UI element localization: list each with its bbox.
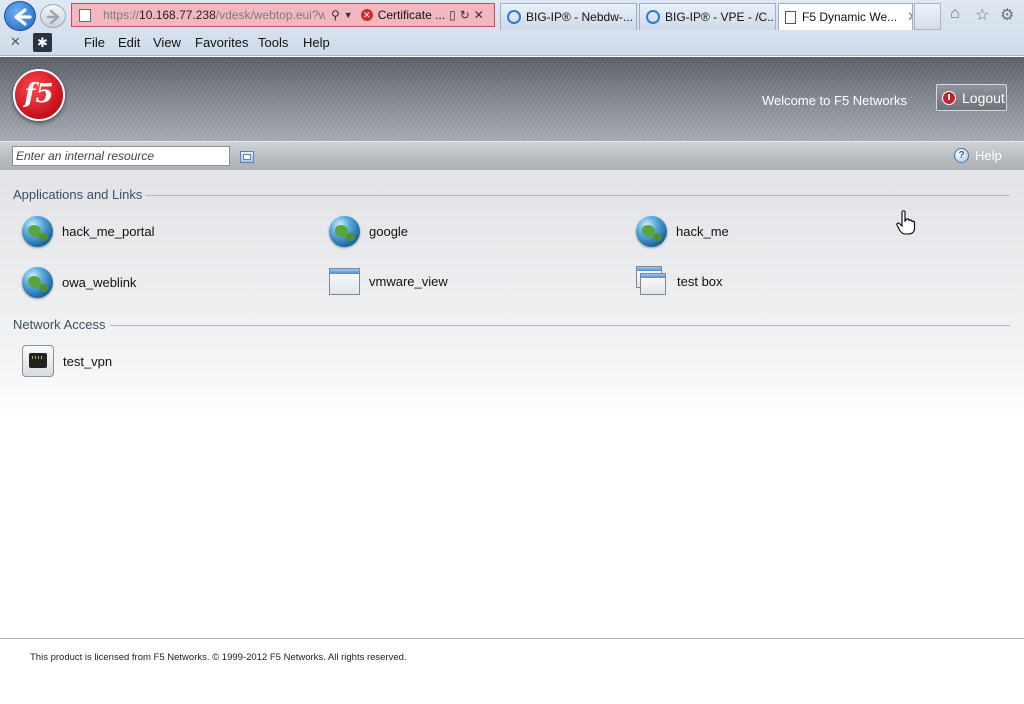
app-owa-weblink[interactable]: owa_weblink <box>22 267 136 298</box>
window-icon <box>329 268 360 295</box>
menu-bar: ✕ ✱ File Edit View Favorites Tools Help <box>0 31 1024 55</box>
app-label: vmware_view <box>369 274 448 289</box>
page-icon <box>79 8 91 22</box>
app-google[interactable]: google <box>329 216 408 247</box>
address-bar[interactable]: https://10.168.77.238/vdesk/webtop.eui?w… <box>71 3 495 27</box>
globe-icon <box>22 216 53 247</box>
close-toolbar-icon[interactable]: ✕ <box>10 34 21 50</box>
internal-resource-input[interactable] <box>12 146 230 166</box>
app-hack-me-portal[interactable]: hack_me_portal <box>22 216 155 247</box>
gear-icon[interactable]: ⚙ <box>1000 5 1014 25</box>
forward-button[interactable] <box>40 4 66 28</box>
section-divider <box>110 325 1010 326</box>
stop-icon[interactable]: ✕ <box>474 8 484 22</box>
home-icon[interactable]: ⌂ <box>950 5 960 23</box>
app-label: owa_weblink <box>62 275 137 290</box>
windows-stack-icon <box>636 266 668 297</box>
refresh-icon[interactable]: ↻ <box>460 8 470 22</box>
back-button[interactable] <box>4 1 36 31</box>
welcome-text: Welcome to F5 Networks <box>762 93 907 108</box>
globe-icon <box>22 267 53 298</box>
webtop-banner: f5 Welcome to F5 Networks Logout <box>0 57 1024 141</box>
dropdown-icon[interactable]: ▼ <box>344 10 353 20</box>
help-label: Help <box>975 148 1002 163</box>
section-applications-title: Applications and Links <box>13 187 143 202</box>
network-label: test_vpn <box>63 353 113 369</box>
logout-button[interactable]: Logout <box>936 84 1007 111</box>
tab-label: F5 Dynamic We... <box>802 10 898 24</box>
menu-file[interactable]: File <box>84 35 105 50</box>
tab-label: BIG-IP® - VPE - /C... <box>665 10 776 24</box>
menu-help[interactable]: Help <box>303 35 330 50</box>
forward-arrow-icon <box>46 9 60 25</box>
favorites-star-icon[interactable]: ☆ <box>975 5 989 25</box>
ie-icon <box>646 10 660 24</box>
app-label: test box <box>677 274 723 289</box>
globe-icon <box>636 216 667 247</box>
new-tab-button[interactable] <box>914 3 941 30</box>
resource-toolbar: ? Help <box>0 141 1024 170</box>
compatibility-icon[interactable]: ▯ <box>449 8 456 22</box>
menu-edit[interactable]: Edit <box>118 35 140 50</box>
open-resource-icon[interactable] <box>240 151 254 163</box>
help-link[interactable]: ? Help <box>954 148 1002 163</box>
network-test-vpn[interactable]: test_vpn <box>22 345 112 377</box>
app-label: hack_me_portal <box>62 224 155 239</box>
tab-label: BIG-IP® - Nebdw-... <box>526 10 633 24</box>
power-icon <box>942 90 956 105</box>
app-vmware-view[interactable]: vmware_view <box>329 268 448 295</box>
globe-icon <box>329 216 360 247</box>
ie-icon <box>507 10 521 24</box>
address-url[interactable]: https://10.168.77.238/vdesk/webtop.eui?w <box>103 8 325 22</box>
footer-copyright: This product is licensed from F5 Network… <box>30 652 407 663</box>
close-tab-icon[interactable]: ✕ <box>907 9 912 25</box>
search-icon[interactable]: ⚲ <box>331 8 340 22</box>
menu-view[interactable]: View <box>153 35 181 50</box>
tab-bigip-nebdw[interactable]: BIG-IP® - Nebdw-... <box>500 3 637 30</box>
menu-favorites[interactable]: Favorites <box>195 35 248 50</box>
app-label: google <box>369 224 409 239</box>
browser-chrome: https://10.168.77.238/vdesk/webtop.eui?w… <box>0 0 1024 56</box>
certificate-error-icon[interactable]: ✕ <box>360 9 373 21</box>
webtop-content: Applications and Links hack_me_portal go… <box>0 170 1024 420</box>
app-test-box[interactable]: test box <box>636 266 723 297</box>
back-arrow-icon <box>14 8 32 26</box>
logout-label: Logout <box>962 89 1005 106</box>
page-icon <box>785 10 796 24</box>
f5-logo: f5 <box>13 69 65 121</box>
section-network-access-title: Network Access <box>13 317 106 332</box>
addon-icon[interactable]: ✱ <box>33 33 52 52</box>
section-divider <box>146 195 1010 196</box>
footer-divider <box>0 638 1024 639</box>
network-port-icon <box>22 345 54 377</box>
tab-f5-dynamic-webtop[interactable]: F5 Dynamic We... ✕ <box>778 3 913 30</box>
certificate-error-label[interactable]: Certificate ... <box>378 8 445 22</box>
tab-bigip-vpe[interactable]: BIG-IP® - VPE - /C... <box>639 3 776 30</box>
app-label: hack_me <box>676 224 729 239</box>
help-icon: ? <box>954 148 969 163</box>
hand-cursor-icon <box>896 210 916 235</box>
menu-tools[interactable]: Tools <box>258 35 288 50</box>
app-hack-me[interactable]: hack_me <box>636 216 729 247</box>
